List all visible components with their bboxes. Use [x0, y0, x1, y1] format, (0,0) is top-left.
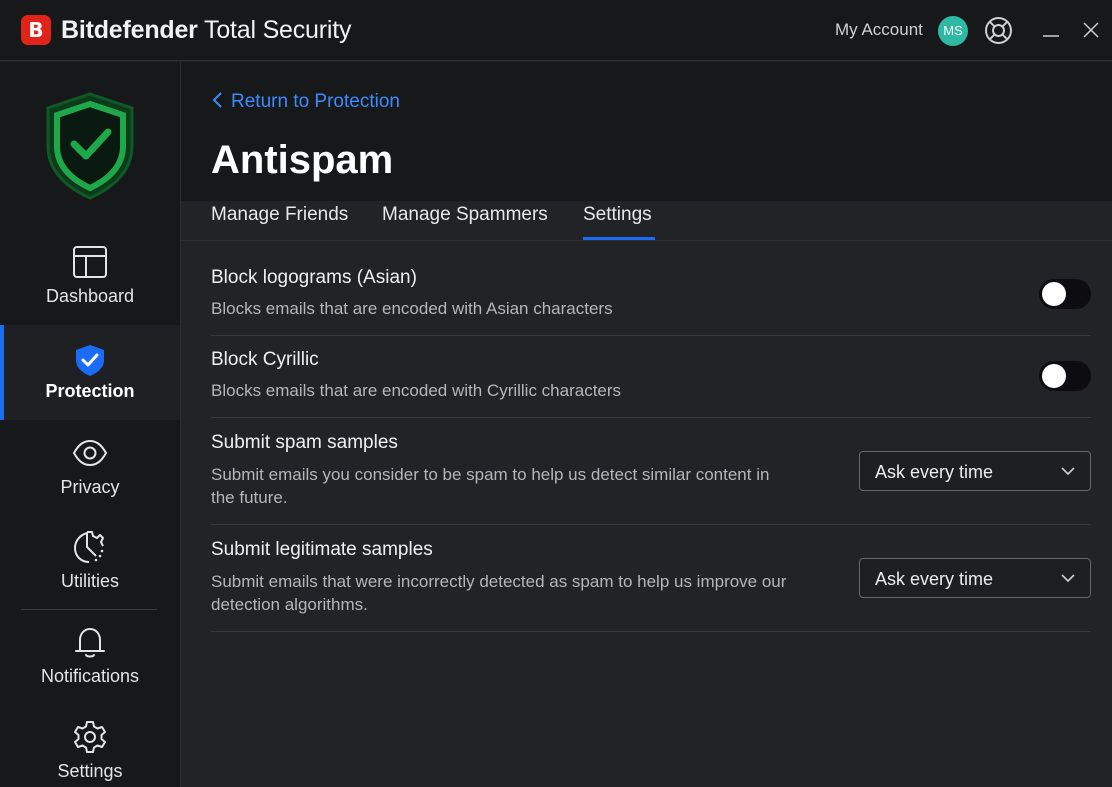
- block-cyrillic-toggle[interactable]: [1039, 361, 1091, 391]
- dashboard-icon: [73, 246, 107, 278]
- utilities-icon: [73, 531, 104, 563]
- tab-bar: Manage Friends Manage Spammers Settings: [181, 201, 1112, 241]
- submit-spam-samples-dropdown[interactable]: Ask every time: [859, 451, 1091, 491]
- setting-row-submit-legitimate: Submit legitimate samples Submit emails …: [211, 525, 1091, 632]
- active-tab-underline: [583, 237, 655, 240]
- setting-description: Submit emails that were incorrectly dete…: [211, 572, 787, 614]
- title-bar: B Bitdefender Total Security My Account …: [0, 0, 1112, 61]
- avatar[interactable]: MS: [938, 16, 968, 46]
- app-window: B Bitdefender Total Security My Account …: [0, 0, 1112, 787]
- setting-title: Block Cyrillic: [211, 349, 319, 370]
- page-title: Antispam: [211, 138, 394, 182]
- tab-manage-friends[interactable]: Manage Friends: [211, 204, 348, 226]
- bitdefender-logo-icon: B: [21, 15, 51, 45]
- app-title-brand: Bitdefender: [61, 16, 198, 44]
- setting-row-submit-spam: Submit spam samples Submit emails you co…: [211, 418, 1091, 525]
- chevron-down-icon: [1061, 467, 1075, 476]
- sidebar-item-label: Dashboard: [45, 286, 135, 306]
- app-title: Bitdefender Total Security: [61, 16, 351, 45]
- eye-icon: [72, 439, 108, 467]
- chevron-down-icon: [1061, 574, 1075, 583]
- setting-description: Submit emails you consider to be spam to…: [211, 465, 770, 507]
- back-link-label: Return to Protection: [231, 91, 400, 112]
- toggle-knob: [1042, 364, 1066, 388]
- tab-settings[interactable]: Settings: [583, 204, 652, 226]
- tab-manage-spammers[interactable]: Manage Spammers: [382, 204, 548, 226]
- minimize-icon[interactable]: [1042, 22, 1060, 40]
- dropdown-value: Ask every time: [875, 462, 994, 482]
- sidebar-item-privacy[interactable]: Privacy: [0, 435, 180, 530]
- sidebar-item-settings[interactable]: Settings: [0, 719, 180, 787]
- setting-description: Blocks emails that are encoded with Cyri…: [211, 381, 622, 400]
- bell-icon: [75, 628, 105, 658]
- sidebar-item-label: Protection: [45, 381, 135, 401]
- setting-row-block-cyrillic: Block Cyrillic Blocks emails that are en…: [211, 336, 1091, 418]
- setting-title: Block logograms (Asian): [211, 267, 417, 288]
- sidebar-item-label: Privacy: [60, 477, 120, 497]
- dropdown-value: Ask every time: [875, 569, 994, 589]
- sidebar-item-label: Notifications: [40, 666, 140, 686]
- block-logograms-toggle[interactable]: [1039, 279, 1091, 309]
- sidebar-item-label: Utilities: [60, 571, 119, 591]
- shield-check-icon: [76, 345, 104, 376]
- sidebar-item-label: Settings: [57, 761, 123, 781]
- setting-title: Submit spam samples: [211, 432, 398, 453]
- active-indicator: [0, 325, 4, 420]
- submit-legitimate-samples-dropdown[interactable]: Ask every time: [859, 558, 1091, 598]
- setting-title: Submit legitimate samples: [211, 539, 433, 560]
- toggle-knob: [1042, 282, 1066, 306]
- protection-status-shield-icon: [46, 92, 134, 200]
- setting-description: Blocks emails that are encoded with Asia…: [211, 299, 613, 318]
- help-lifebuoy-icon[interactable]: [984, 16, 1013, 45]
- sidebar: Dashboard Protection Privacy Utilities N…: [0, 62, 181, 787]
- chevron-left-icon: [212, 92, 222, 108]
- page-header: Return to Protection Antispam: [181, 62, 1112, 201]
- sidebar-divider: [21, 609, 157, 610]
- app-title-product: Total Security: [197, 16, 352, 44]
- sidebar-item-notifications[interactable]: Notifications: [0, 624, 180, 719]
- gear-icon: [74, 721, 106, 753]
- setting-row-block-logograms: Block logograms (Asian) Blocks emails th…: [211, 254, 1091, 336]
- sidebar-item-protection[interactable]: Protection: [0, 325, 180, 420]
- close-icon[interactable]: [1082, 21, 1100, 39]
- my-account-link[interactable]: My Account: [835, 20, 923, 40]
- return-to-protection-link[interactable]: Return to Protection: [211, 91, 400, 113]
